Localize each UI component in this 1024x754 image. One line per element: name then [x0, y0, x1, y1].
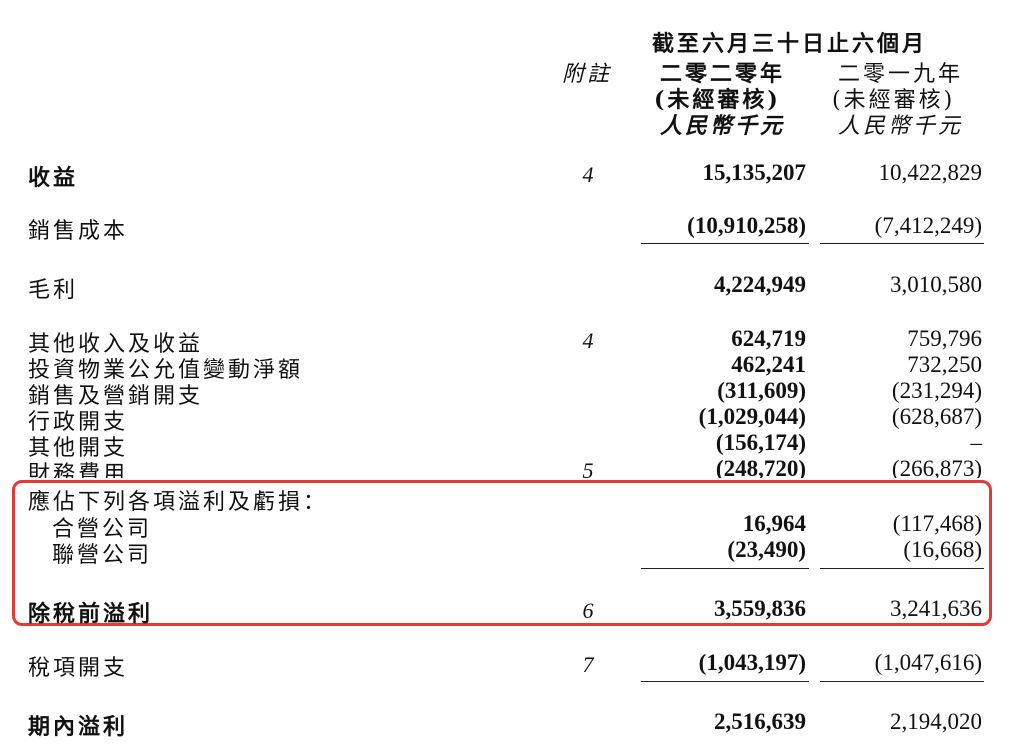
- row-value-2019-selling-marketing: (231,294): [891, 378, 982, 403]
- row-value-2020-admin-expenses: (1,029,044): [698, 404, 806, 429]
- row-value-2019-gross-profit: 3,010,580: [890, 272, 982, 297]
- currency-2019: 人民幣千元: [838, 114, 964, 139]
- row-value-2019-joint-ventures: (117,468): [892, 511, 982, 536]
- row-value-2020-profit-for-period: 2,516,639: [714, 709, 806, 734]
- row-value-2020-other-expenses: (156,174): [715, 430, 806, 455]
- underline-2019-associates: [820, 568, 984, 569]
- row-value-2019-profit-before-tax: 3,241,636: [890, 596, 982, 621]
- row-label-tax-expense: 稅項開支: [28, 656, 129, 681]
- row-value-2019-other-income: 759,796: [907, 326, 982, 351]
- row-value-2019-tax-expense: (1,047,616): [874, 650, 982, 675]
- row-value-2020-investment-property: 462,241: [731, 352, 806, 377]
- row-note-revenue: 4: [582, 162, 594, 187]
- row-value-2019-profit-for-period: 2,194,020: [890, 709, 982, 734]
- row-value-2019-other-expenses: –: [970, 430, 983, 455]
- row-value-2020-gross-profit: 4,224,949: [714, 272, 806, 297]
- row-value-2019-associates: (16,668): [903, 537, 982, 562]
- underline-2020-associates: [641, 568, 809, 569]
- row-value-2019-cost-of-sales: (7,412,249): [874, 213, 982, 238]
- row-value-2020-joint-ventures: 16,964: [742, 511, 806, 536]
- underline-2020-cost: [641, 243, 809, 244]
- row-label-profit-for-period: 期內溢利: [28, 714, 129, 740]
- row-value-2019-investment-property: 732,250: [907, 352, 982, 377]
- row-note-other-income: 4: [582, 328, 594, 353]
- row-value-2019-admin-expenses: (628,687): [891, 404, 982, 429]
- row-value-2020-associates: (23,490): [727, 537, 806, 562]
- row-label-cost-of-sales: 銷售成本: [28, 219, 129, 244]
- row-value-2020-tax-expense: (1,043,197): [698, 650, 806, 675]
- row-label-profit-before-tax: 除稅前溢利: [28, 601, 154, 627]
- row-value-2019-revenue: 10,422,829: [878, 160, 983, 185]
- note-column-header: 附註: [562, 62, 613, 87]
- row-value-2020-revenue: 15,135,207: [702, 160, 807, 185]
- row-label-revenue: 收益: [28, 165, 79, 191]
- period-header: 截至六月三十日止六個月: [652, 31, 928, 57]
- underline-2019-tax: [820, 681, 984, 682]
- row-note-tax-expense: 7: [582, 652, 594, 677]
- row-value-2020-profit-before-tax: 3,559,836: [714, 596, 806, 621]
- row-value-2020-other-income: 624,719: [731, 326, 806, 351]
- row-label-associates: 聯營公司: [52, 543, 153, 568]
- currency-2020: 人民幣千元: [660, 113, 786, 139]
- underline-2020-tax: [641, 681, 809, 682]
- row-note-profit-before-tax: 6: [582, 598, 594, 623]
- row-value-2020-selling-marketing: (311,609): [717, 378, 806, 403]
- row-label-gross-profit: 毛利: [28, 278, 79, 303]
- row-value-2020-cost-of-sales: (10,910,258): [687, 213, 806, 238]
- underline-2019-cost: [820, 243, 984, 244]
